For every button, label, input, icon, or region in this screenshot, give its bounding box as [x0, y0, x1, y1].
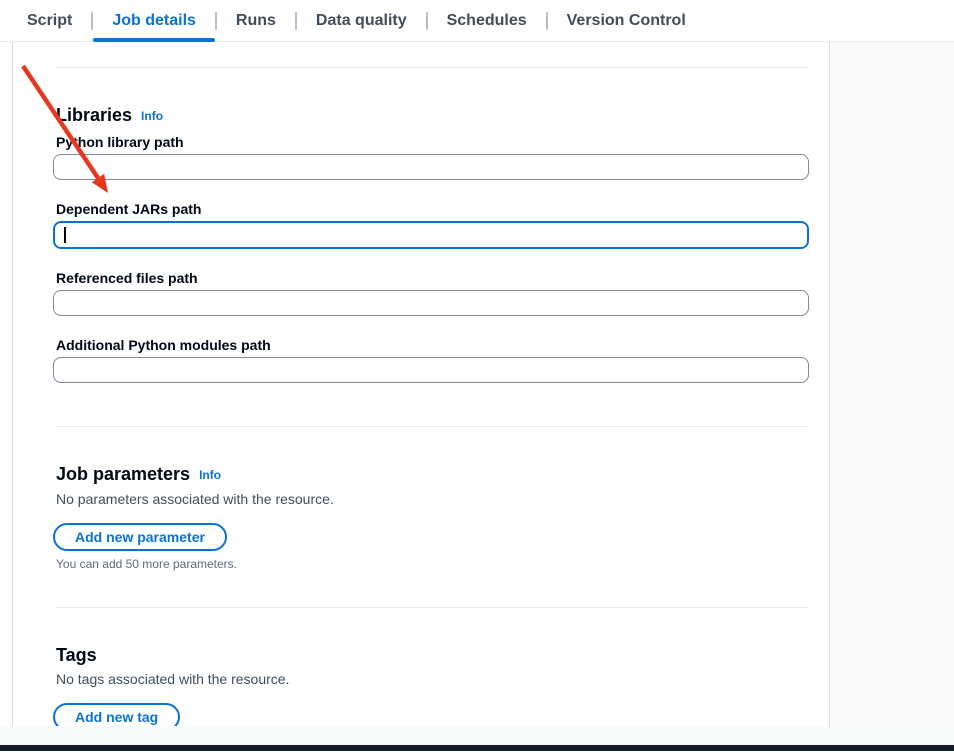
- tab-data-quality[interactable]: Data quality: [297, 0, 426, 42]
- dependent-jars-path-label: Dependent JARs path: [56, 200, 809, 218]
- additional-python-modules-path-label: Additional Python modules path: [56, 336, 809, 354]
- libraries-title: Libraries Info: [56, 104, 809, 127]
- dependent-jars-path-input[interactable]: [53, 221, 809, 249]
- job-parameters-empty-text: No parameters associated with the resour…: [56, 490, 809, 508]
- tab-version-control[interactable]: Version Control: [548, 0, 705, 42]
- additional-python-modules-path-input[interactable]: [53, 357, 809, 383]
- job-parameters-info-link[interactable]: Info: [199, 468, 221, 482]
- tab-script[interactable]: Script: [8, 0, 91, 42]
- add-new-parameter-button[interactable]: Add new parameter: [53, 523, 227, 551]
- tab-schedules[interactable]: Schedules: [428, 0, 546, 42]
- section-divider: [56, 67, 809, 68]
- libraries-info-link[interactable]: Info: [141, 109, 163, 123]
- tab-bar: Script Job details Runs Data quality Sch…: [0, 0, 954, 42]
- libraries-section: Libraries Info Python library path Depend…: [53, 104, 809, 383]
- tab-runs[interactable]: Runs: [217, 0, 295, 42]
- libraries-title-text: Libraries: [56, 105, 132, 125]
- add-new-tag-button[interactable]: Add new tag: [53, 703, 180, 726]
- tags-empty-text: No tags associated with the resource.: [56, 670, 809, 688]
- tags-title: Tags: [56, 644, 809, 666]
- text-cursor: [64, 227, 66, 243]
- window-bottom-edge: [0, 745, 954, 751]
- tags-section: Tags No tags associated with the resourc…: [53, 644, 809, 726]
- job-details-content: Libraries Info Python library path Depend…: [12, 42, 830, 726]
- job-parameters-title: Job parameters Info: [56, 463, 809, 486]
- job-parameters-title-text: Job parameters: [56, 464, 190, 484]
- referenced-files-path-label: Referenced files path: [56, 269, 809, 287]
- tab-job-details[interactable]: Job details: [93, 0, 215, 42]
- job-parameters-section: Job parameters Info No parameters associa…: [53, 463, 809, 571]
- right-gutter-panel: [831, 42, 954, 726]
- python-library-path-input[interactable]: [53, 154, 809, 180]
- referenced-files-path-input[interactable]: [53, 290, 809, 316]
- section-divider: [56, 607, 809, 608]
- bottom-strip: [0, 726, 954, 745]
- python-library-path-label: Python library path: [56, 133, 809, 151]
- glue-job-page: Script Job details Runs Data quality Sch…: [0, 0, 954, 753]
- job-parameters-hint-text: You can add 50 more parameters.: [56, 557, 809, 571]
- section-divider: [56, 426, 809, 427]
